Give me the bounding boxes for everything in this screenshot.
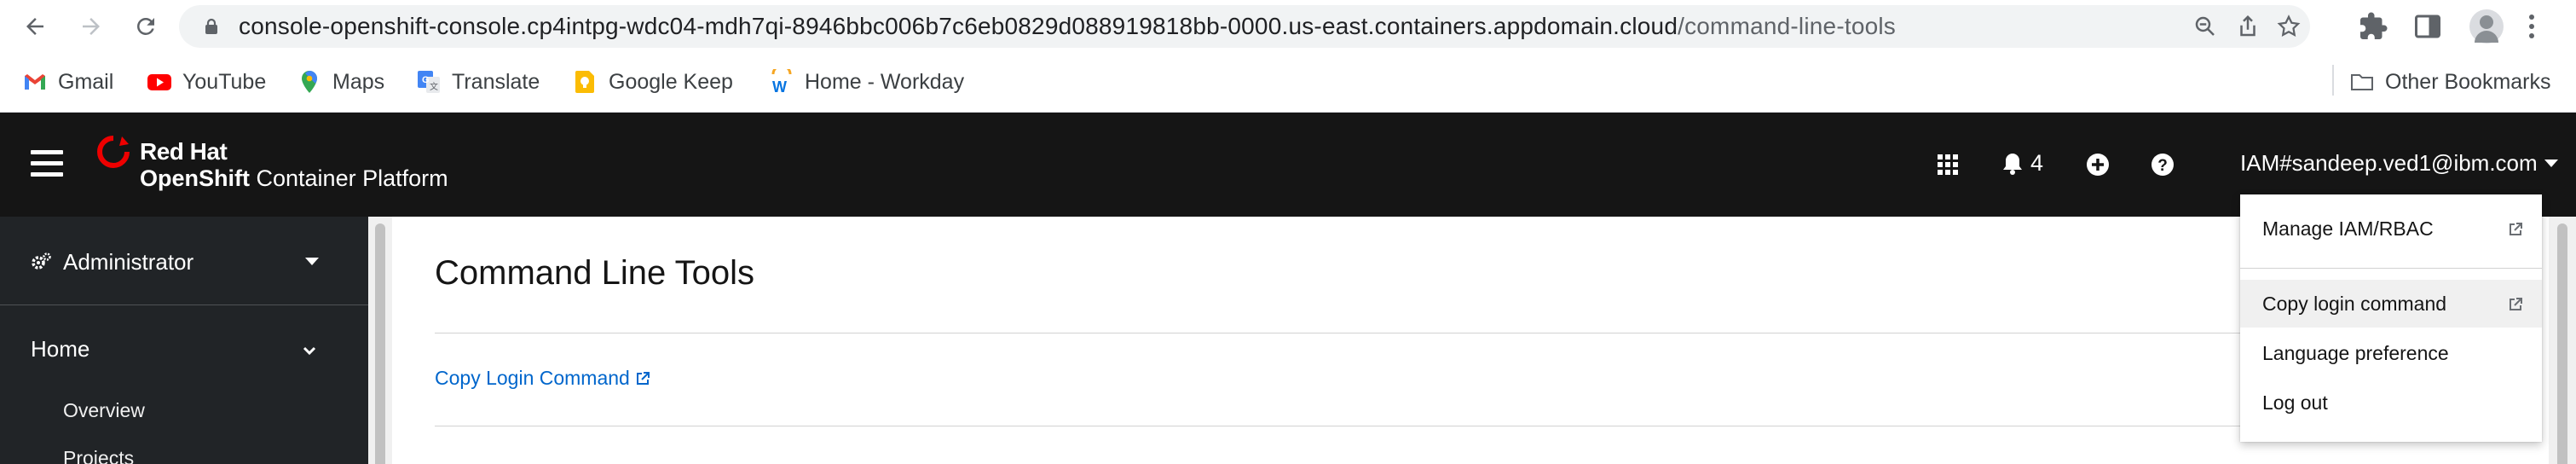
zoom-icon[interactable] — [2192, 14, 2218, 39]
perspective-switcher[interactable]: Administrator — [0, 217, 368, 305]
url-text: console-openshift-console.cp4intpg-wdc04… — [239, 14, 1896, 39]
brand-platform: Container Platform — [250, 165, 448, 191]
side-panel-icon[interactable] — [2412, 11, 2443, 42]
url-host: console-openshift-console.cp4intpg-wdc04… — [239, 13, 1678, 39]
bookmark-workday[interactable]: W Home - Workday — [769, 67, 964, 97]
menu-item-copy-login-command[interactable]: Copy login command — [2240, 280, 2542, 328]
keep-icon — [575, 71, 594, 93]
svg-text:?: ? — [2157, 157, 2168, 175]
notification-count: 4 — [2030, 150, 2044, 176]
workday-icon: W — [771, 69, 792, 95]
bookmark-label: YouTube — [182, 69, 267, 94]
external-link-icon — [636, 371, 650, 385]
arrow-right-icon — [83, 18, 100, 35]
sidebar: Administrator Home Overview Projects — [0, 217, 368, 464]
main-scrollbar[interactable] — [2549, 217, 2576, 464]
perspective-label: Administrator — [63, 249, 194, 275]
menu-item-log-out[interactable]: Log out — [2240, 379, 2542, 426]
back-button[interactable] — [15, 7, 55, 46]
other-bookmarks-label: Other Bookmarks — [2385, 69, 2551, 94]
page-title: Command Line Tools — [435, 254, 755, 292]
caret-down-icon — [2544, 160, 2558, 167]
external-link-icon — [2510, 298, 2522, 310]
extensions-icon[interactable] — [2358, 11, 2388, 42]
browser-toolbar: console-openshift-console.cp4intpg-wdc04… — [0, 0, 2576, 53]
chevron-down-icon[interactable] — [302, 343, 317, 358]
caret-down-icon — [305, 258, 319, 265]
address-bar[interactable]: console-openshift-console.cp4intpg-wdc04… — [179, 5, 2310, 48]
translate-icon: G文 — [418, 71, 440, 93]
bell-icon — [2003, 153, 2022, 175]
bookmark-label: Home - Workday — [805, 69, 965, 94]
brand-openshift: OpenShift — [140, 165, 250, 191]
profile-avatar[interactable] — [2469, 9, 2504, 44]
bookmark-label: Maps — [332, 69, 385, 94]
copy-login-label: Copy Login Command — [435, 367, 630, 389]
lock-icon — [205, 18, 217, 34]
bookmark-keep[interactable]: Google Keep — [573, 67, 733, 97]
brand-product: OpenShift Container Platform — [140, 165, 448, 192]
menu-item-label: Log out — [2262, 391, 2328, 414]
sidebar-scrollbar[interactable] — [368, 217, 392, 464]
masthead: Red Hat OpenShift Container Platform 4 ?… — [0, 113, 2576, 217]
scrollbar-thumb[interactable] — [375, 223, 385, 464]
folder-icon — [2351, 74, 2373, 90]
bookmark-label: Translate — [452, 69, 540, 94]
redhat-logo-icon[interactable] — [94, 135, 133, 169]
menu-item-label: Copy login command — [2262, 292, 2447, 315]
menu-separator — [2240, 268, 2542, 269]
user-dropdown-menu: Manage IAM/RBAC Copy login command Langu… — [2240, 194, 2542, 442]
bookmarks-bar: Gmail YouTube Maps G文 Translate Google K… — [0, 53, 2576, 113]
reload-icon — [137, 18, 154, 35]
bookmark-youtube[interactable]: YouTube — [147, 67, 266, 97]
arrow-left-icon — [26, 18, 43, 35]
bookmark-label: Google Keep — [609, 69, 733, 94]
more-menu-icon[interactable] — [2523, 12, 2540, 41]
nav-item-overview[interactable]: Overview — [63, 399, 145, 422]
other-bookmarks[interactable]: Other Bookmarks — [2349, 67, 2551, 97]
nav-toggle-button[interactable] — [31, 150, 63, 177]
external-link-icon — [2510, 223, 2522, 235]
bookmark-gmail[interactable]: Gmail — [22, 67, 113, 97]
scrollbar-thumb[interactable] — [2557, 223, 2567, 464]
brand-redhat: Red Hat — [140, 138, 228, 165]
svg-text:文: 文 — [430, 81, 438, 92]
share-icon[interactable] — [2235, 14, 2261, 39]
menu-item-label: Language preference — [2262, 341, 2449, 364]
star-icon[interactable] — [2276, 14, 2302, 39]
bookmark-translate[interactable]: G文 Translate — [416, 67, 540, 97]
copy-login-command-link[interactable]: Copy Login Command — [435, 367, 650, 390]
youtube-icon — [147, 74, 171, 90]
notifications-button[interactable]: 4 — [2001, 150, 2043, 177]
gmail-icon — [25, 74, 45, 90]
app-launcher-icon[interactable] — [1935, 152, 1961, 177]
bookmark-label: Gmail — [58, 69, 114, 94]
menu-item-label: Manage IAM/RBAC — [2262, 217, 2434, 240]
svg-text:G: G — [422, 75, 430, 85]
url-path: /command-line-tools — [1678, 13, 1896, 39]
divider — [435, 333, 2533, 334]
nav-section-home[interactable]: Home — [31, 336, 90, 362]
plus-circle-icon[interactable] — [2085, 152, 2111, 177]
bookmark-maps[interactable]: Maps — [297, 67, 384, 97]
user-name: IAM#sandeep.ved1@ibm.com — [2240, 150, 2538, 176]
user-menu-toggle[interactable]: IAM#sandeep.ved1@ibm.com — [2240, 150, 2558, 177]
forward-button[interactable] — [72, 7, 111, 46]
help-icon[interactable]: ? — [2150, 152, 2175, 177]
bookmark-separator — [2332, 65, 2334, 96]
cogs-icon — [32, 252, 51, 270]
svg-text:W: W — [772, 78, 787, 95]
maps-icon — [302, 71, 317, 93]
menu-item-manage-iam[interactable]: Manage IAM/RBAC — [2240, 205, 2542, 252]
nav-item-projects[interactable]: Projects — [63, 447, 134, 464]
menu-item-language-preference[interactable]: Language preference — [2240, 329, 2542, 377]
reload-button[interactable] — [126, 7, 165, 46]
